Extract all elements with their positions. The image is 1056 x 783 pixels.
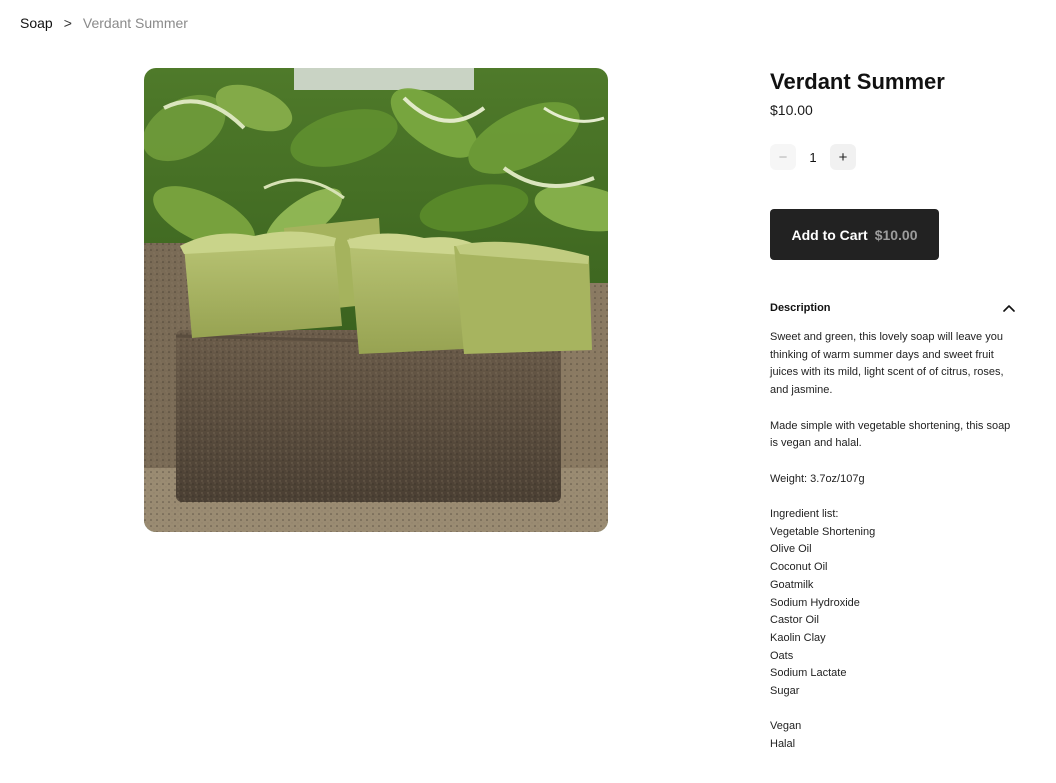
ingredient-item: Kaolin Clay [770,631,826,644]
product-image [144,68,608,532]
ingredients-heading: Ingredient list: [770,507,839,520]
product-tag: Vegan [770,720,802,733]
quantity-value: 1 [809,149,817,165]
ingredient-item: Sodium Lactate [770,667,847,680]
product-photo [144,68,608,532]
product-price: $10.00 [770,102,813,118]
chevron-up-icon [1003,304,1015,312]
product-title: Verdant Summer [770,69,945,94]
product-tag: Halal [770,738,796,751]
ingredient-item: Olive Oil [770,543,812,556]
ingredient-item: Sugar [770,685,800,698]
add-to-cart-price: $10.00 [874,226,918,243]
quantity-decrement-button[interactable]: − [770,144,796,170]
ingredient-item: Castor Oil [770,614,819,627]
description-body: Sweet and green, this lovely soap will l… [770,329,1015,754]
description-paragraph: Made simple with vegetable shortening, t… [770,419,1011,450]
breadcrumb: Soap > Verdant Summer [20,15,188,31]
ingredient-item: Goatmilk [770,578,814,591]
quantity-stepper: − 1 + [770,144,856,170]
breadcrumb-current: Verdant Summer [82,15,188,31]
add-to-cart-label: Add to Cart [791,226,868,243]
breadcrumb-separator: > [63,15,72,31]
ingredient-item: Sodium Hydroxide [770,596,860,609]
minus-icon: − [778,148,788,166]
ingredient-item: Oats [770,649,794,662]
description-toggle[interactable]: Description [770,297,1015,319]
product-info: Verdant Summer $10.00 − 1 + Add to Cart … [770,68,1015,750]
quantity-increment-button[interactable]: + [830,144,856,170]
description-heading: Description [770,302,831,314]
description-paragraph: Sweet and green, this lovely soap will l… [770,331,1004,397]
breadcrumb-soap-link[interactable]: Soap [20,15,53,31]
ingredient-item: Vegetable Shortening [770,525,876,538]
add-to-cart-button[interactable]: Add to Cart $10.00 [770,209,939,260]
plus-icon: + [838,148,848,166]
product-weight: Weight: 3.7oz/107g [770,472,865,485]
ingredient-item: Coconut Oil [770,561,828,574]
ingredient-list: Vegetable Shortening Olive Oil Coconut O… [770,524,1015,701]
